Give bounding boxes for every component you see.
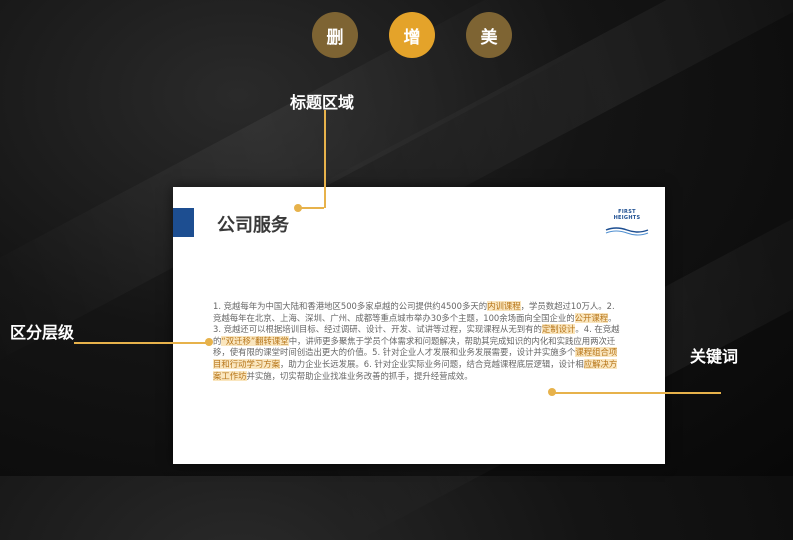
slide-title: 公司服务 [217,215,289,236]
keyword-leader-dot [548,388,556,396]
paragraph-segment: ，助力企业长远发展。6. 针对企业实际业务问题，结合竞越课程底层逻辑，设计相 [280,358,584,369]
title-accent-bar [173,208,194,237]
logo-text: FIRST HEIGHTS [613,209,641,221]
keyword-highlight: 公开课程 [574,312,609,323]
title-leader-vertical [324,110,326,208]
paragraph-segment: 并实施，切实帮助企业找准业务改善的抓手，提升经营成效。 [246,370,473,381]
keyword-leader [553,392,721,394]
keywords-label: 关键词 [690,347,739,366]
keyword-highlight: 定制设计 [541,324,576,335]
wave-icon [605,227,649,236]
hierarchy-leader-dot [205,338,213,346]
keyword-highlight: “双迁移”翻转课堂 [221,335,289,346]
hierarchy-leader [74,342,208,344]
paragraph-segment: 1. 竞越每年为中国大陆和香港地区500多家卓越的公司提供约4500多天的 [213,301,488,311]
title-leader-horizontal [300,207,324,209]
slide-preview: 公司服务 FIRST HEIGHTS 1. 竞越每年为中国大陆和香港地区500多… [173,187,665,464]
delete-button[interactable]: 删 [312,12,358,58]
keyword-highlight: 内训课程 [487,301,521,311]
beautify-button[interactable]: 美 [466,12,512,58]
service-description: 1. 竞越每年为中国大陆和香港地区500多家卓越的公司提供约4500多天的内训课… [213,301,623,382]
company-logo: FIRST HEIGHTS [605,209,649,236]
title-area-label: 标题区域 [290,93,355,112]
title-leader-dot [294,204,302,212]
hierarchy-label: 区分层级 [10,323,75,342]
add-button[interactable]: 增 [389,12,435,58]
